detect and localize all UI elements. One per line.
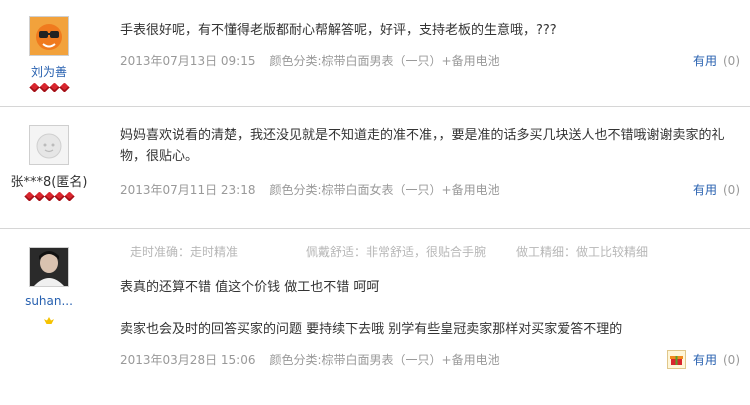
- rating-tag: 走时准确：走时精准: [130, 245, 239, 259]
- product-spec: 颜色分类:棕带白面男表（一只）+备用电池: [269, 353, 500, 367]
- review-meta: 2013年03月28日 15:06 颜色分类:棕带白面男表（一只）+备用电池: [120, 351, 500, 368]
- useful-count: (0): [723, 183, 740, 197]
- gem-icon: [58, 82, 70, 93]
- cartoon-avatar-icon: [30, 17, 68, 55]
- username[interactable]: suhan...: [0, 294, 98, 308]
- gem-icon: [63, 191, 75, 202]
- useful-vote: 有用 (0): [693, 351, 740, 368]
- review-text-line: 卖家也会及时的回答买家的问题 要持续下去哦 别学有些皇冠卖家那样对买家爱答不理的: [120, 322, 623, 337]
- rating-tag: 做工精细：做工比较精细: [516, 245, 649, 259]
- photo-avatar-icon: [30, 248, 68, 286]
- review-date: 2013年07月11日 23:18: [120, 183, 256, 197]
- crown-icon: [44, 317, 54, 324]
- useful-count: (0): [723, 54, 740, 68]
- gem-icon: [38, 82, 50, 93]
- gem-icon: [43, 191, 55, 202]
- gem-icon: [28, 82, 40, 93]
- gem-icon: [53, 191, 65, 202]
- gem-icon: [23, 191, 35, 202]
- gem-icon: [33, 191, 45, 202]
- review-date: 2013年07月13日 09:15: [120, 54, 256, 68]
- useful-button[interactable]: 有用: [693, 54, 717, 68]
- gift-icon[interactable]: [667, 350, 686, 369]
- review-meta: 2013年07月11日 23:18 颜色分类:棕带白面女表（一只）+备用电池: [120, 181, 500, 198]
- useful-vote: 有用 (0): [693, 181, 740, 198]
- default-avatar-icon: [30, 126, 68, 164]
- review-text-line: 表真的还算不错 值这个价钱 做工也不错 呵呵: [120, 280, 380, 295]
- avatar[interactable]: [29, 247, 69, 287]
- buyer-level-gems: [0, 191, 98, 202]
- avatar[interactable]: [29, 125, 69, 165]
- avatar[interactable]: [29, 16, 69, 56]
- useful-button[interactable]: 有用: [693, 183, 717, 197]
- review-text: 手表很好呢，有不懂得老版都耐心帮解答呢，好评，支持老板的生意哦，???: [120, 23, 557, 38]
- useful-count: (0): [723, 353, 740, 367]
- buyer-level-gems: [0, 82, 98, 93]
- useful-vote: 有用 (0): [693, 52, 740, 69]
- product-spec: 颜色分类:棕带白面女表（一只）+备用电池: [269, 183, 500, 197]
- review-item: 张***8(匿名) 妈妈喜欢说看的清楚，我还没见就是不知道走的准不准，，要是准的…: [0, 107, 750, 229]
- username: 张***8(匿名): [10, 175, 88, 190]
- useful-button[interactable]: 有用: [693, 353, 717, 367]
- username[interactable]: 刘为善: [0, 63, 98, 80]
- buyer-level-badge: [0, 314, 98, 324]
- review-item: 刘为善 手表很好呢，有不懂得老版都耐心帮解答呢，好评，支持老板的生意哦，??? …: [0, 0, 750, 107]
- gem-icon: [48, 82, 60, 93]
- rating-tag: 佩戴舒适：非常舒适，很贴合手腕: [306, 245, 487, 259]
- product-spec: 颜色分类:棕带白面男表（一只）+备用电池: [269, 54, 500, 68]
- review-date: 2013年03月28日 15:06: [120, 353, 256, 367]
- review-meta: 2013年07月13日 09:15 颜色分类:棕带白面男表（一只）+备用电池: [120, 52, 500, 69]
- review-item: suhan... 走时准确：走时精准 佩戴舒适：非常舒适，很贴合手腕 做工精细：做工…: [0, 229, 750, 405]
- review-text: 妈妈喜欢说看的清楚，我还没见就是不知道走的准不准，，要是准的话多买几块送人也不错…: [120, 128, 725, 164]
- rating-tags: 走时准确：走时精准 佩戴舒适：非常舒适，很贴合手腕 做工精细：做工比较精细: [130, 243, 648, 260]
